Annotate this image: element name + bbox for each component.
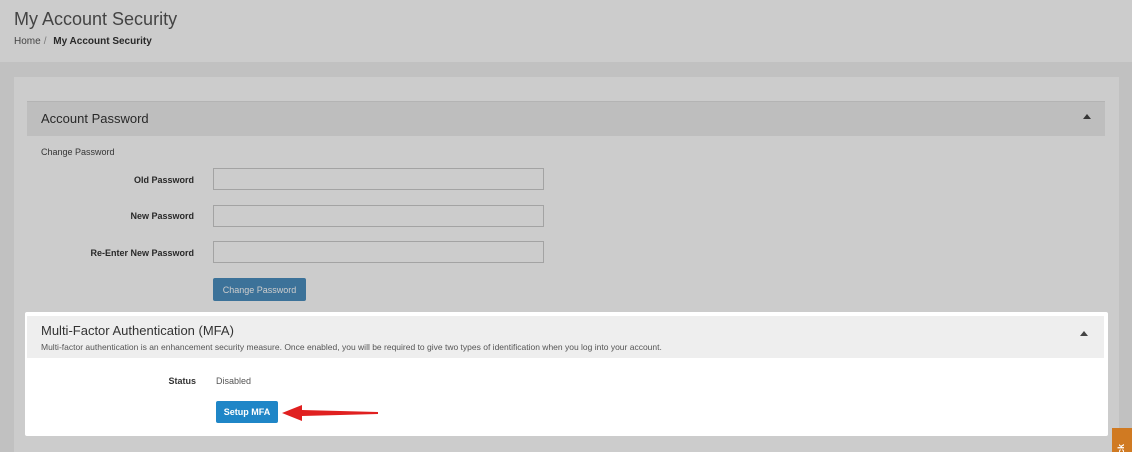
mfa-status-value: Disabled — [216, 376, 252, 386]
feedback-tab[interactable]: ck — [1112, 428, 1132, 452]
collapse-caret-icon[interactable] — [1080, 331, 1088, 336]
arrow-shape — [282, 405, 378, 421]
feedback-tab-label: ck — [1116, 443, 1126, 452]
mfa-panel: Multi-Factor Authentication (MFA) Multi-… — [25, 312, 1108, 436]
setup-mfa-button[interactable]: Setup MFA — [216, 401, 278, 423]
mfa-status-label: Status — [168, 376, 196, 386]
page: My Account Security Home / My Account Sec… — [0, 0, 1132, 452]
red-arrow-icon — [282, 405, 378, 421]
mfa-description: Multi-factor authentication is an enhanc… — [41, 342, 662, 352]
mfa-panel-header[interactable]: Multi-Factor Authentication (MFA) Multi-… — [27, 316, 1104, 358]
mfa-panel-title: Multi-Factor Authentication (MFA) — [41, 323, 234, 338]
